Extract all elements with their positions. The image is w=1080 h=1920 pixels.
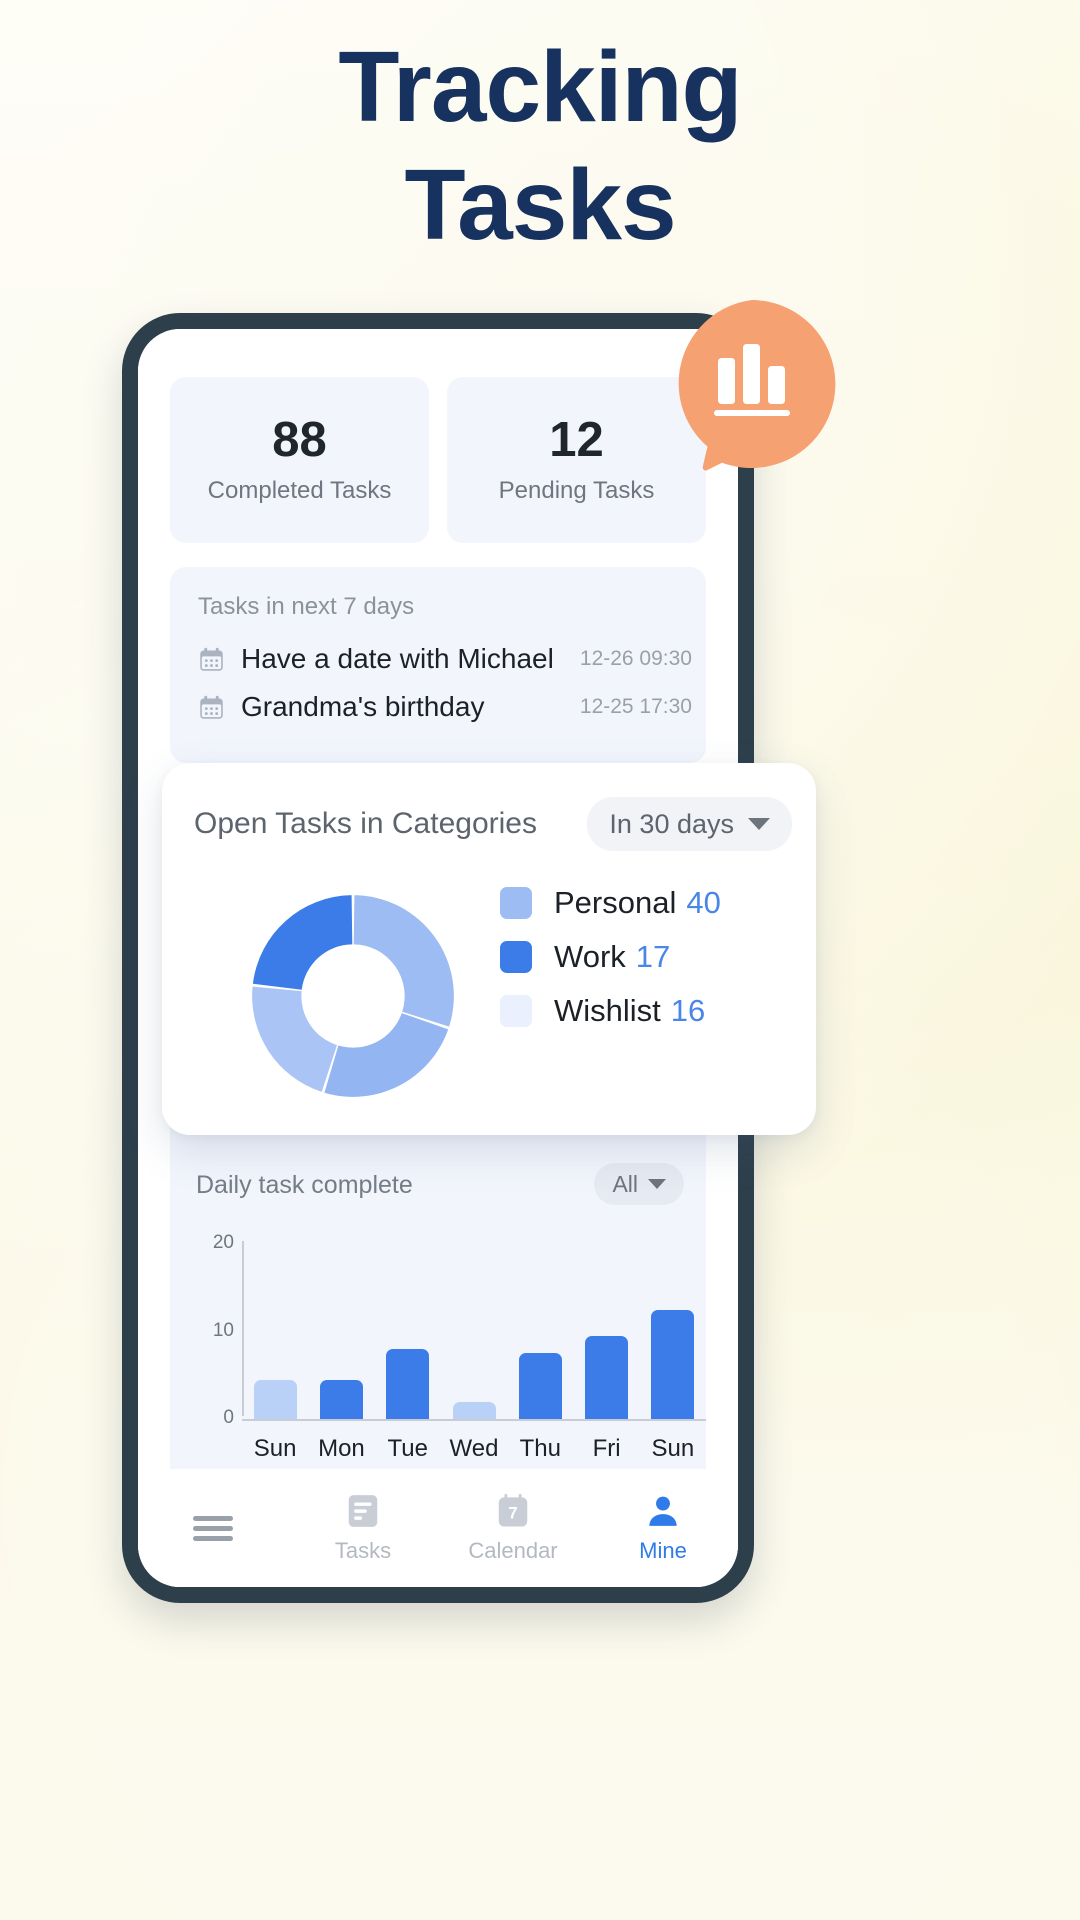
completed-count: 88 (272, 412, 327, 467)
x-axis-tick: Tue (387, 1435, 428, 1462)
next-7-days-title: Tasks in next 7 days (198, 593, 415, 620)
donut-segment (353, 895, 454, 1027)
nav-label-mine: Mine (639, 1538, 687, 1563)
categories-range-dropdown[interactable]: In 30 days (587, 797, 792, 851)
nav-label-calendar: Calendar (468, 1538, 558, 1563)
calendar-icon (200, 647, 223, 671)
legend-value: 40 (686, 885, 721, 920)
svg-text:7: 7 (508, 1503, 517, 1522)
calendar-7-icon: 7 (498, 1493, 528, 1527)
task-time: 12-25 17:30 (579, 695, 692, 718)
legend-item[interactable]: Wishlist 16 (500, 993, 721, 1029)
person-icon (649, 1496, 677, 1526)
x-axis-tick: Mon (318, 1435, 365, 1462)
legend-value: 17 (635, 939, 671, 974)
x-axis-tick: Sun (253, 1435, 297, 1462)
pending-label: Pending Tasks (498, 476, 655, 504)
y-axis (242, 1241, 244, 1416)
daily-card-title: Daily task complete (196, 1171, 413, 1199)
legend-item[interactable]: Work 17 (500, 939, 721, 975)
headline-line-1: Tracking (338, 31, 742, 143)
menu-icon (193, 1516, 233, 1541)
categories-title: Open Tasks in Categories (194, 807, 537, 840)
x-axis (242, 1419, 706, 1421)
donut-segment (324, 1013, 449, 1097)
bar[interactable] (319, 1379, 363, 1419)
donut-segment (252, 986, 337, 1092)
task-row[interactable]: Grandma's birthday 12-25 17:30 (198, 691, 696, 723)
bar[interactable] (585, 1335, 629, 1419)
categories-card-header: Open Tasks in Categories In 30 days (194, 797, 792, 851)
donut-legend: Personal 40 Work 17 Wishlist 16 (500, 885, 721, 1029)
donut-chart (230, 873, 476, 1119)
nav-item-mine[interactable]: Mine (588, 1492, 738, 1564)
task-row[interactable]: Have a date with Michael 12-26 09:30 (198, 643, 696, 675)
bar[interactable] (253, 1379, 297, 1419)
legend-swatch (500, 887, 532, 919)
bar-chart-badge (664, 296, 840, 472)
tasks-icon (348, 1495, 378, 1527)
nav-label-tasks: Tasks (334, 1538, 392, 1563)
chevron-down-icon (648, 1179, 666, 1189)
x-axis-tick: Wed (449, 1435, 499, 1462)
legend-label: Work (554, 939, 626, 974)
y-axis-tick: 20 (212, 1232, 234, 1253)
bottom-nav: Tasks 7 Calendar Mine (138, 1469, 738, 1587)
page-title: Tracking Tasks (0, 28, 1080, 264)
legend-item[interactable]: Personal 40 (500, 885, 721, 921)
bar-chart-icon (678, 300, 836, 471)
bar[interactable] (651, 1309, 695, 1419)
bar[interactable] (452, 1401, 496, 1419)
legend-swatch (500, 995, 532, 1027)
daily-bar-chart: 0 10 20 Sun Mon Tue Wed Thu Fri Sun (170, 1232, 706, 1483)
y-axis-tick: 10 (212, 1319, 234, 1341)
chevron-down-icon (748, 818, 770, 830)
stats-row: 88 Completed Tasks 12 Pending Tasks (170, 377, 706, 543)
calendar-icon (200, 695, 223, 719)
bar[interactable] (518, 1353, 562, 1419)
bar[interactable] (386, 1349, 430, 1419)
donut-segment (252, 895, 353, 990)
legend-label: Personal (554, 885, 677, 920)
nav-item-tasks[interactable]: Tasks (288, 1492, 438, 1564)
legend-value: 16 (670, 993, 706, 1028)
task-name: Grandma's birthday (241, 691, 485, 722)
legend-swatch (500, 941, 532, 973)
nav-item-calendar[interactable]: 7 Calendar (438, 1492, 588, 1564)
headline-line-2: Tasks (404, 149, 676, 261)
legend-label: Wishlist (554, 993, 661, 1028)
stat-card-completed[interactable]: 88 Completed Tasks (170, 377, 429, 543)
daily-filter-dropdown[interactable]: All (594, 1163, 684, 1205)
x-axis-tick: Fri (592, 1435, 621, 1462)
categories-card: Open Tasks in Categories In 30 days Pers… (162, 763, 816, 1135)
task-name: Have a date with Michael (241, 643, 554, 674)
next-7-days-panel: Tasks in next 7 days Have a date with Mi… (170, 567, 706, 763)
nav-item-menu[interactable] (138, 1512, 288, 1544)
donut-chart-svg (252, 895, 454, 1097)
x-axis-tick: Sun (651, 1435, 695, 1462)
completed-label: Completed Tasks (207, 476, 392, 504)
x-axis-tick: Thu (519, 1435, 561, 1462)
pending-count: 12 (549, 412, 604, 467)
task-time: 12-26 09:30 (579, 647, 692, 670)
categories-range-label: In 30 days (609, 808, 734, 839)
y-axis-tick: 0 (223, 1407, 234, 1428)
daily-filter-label: All (612, 1170, 638, 1197)
